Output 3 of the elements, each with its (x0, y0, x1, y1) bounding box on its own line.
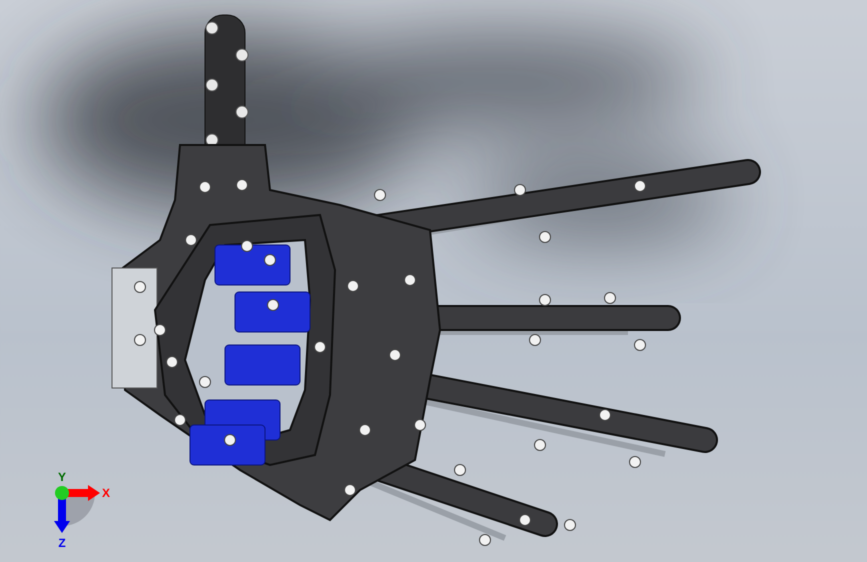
axis-label: Z (58, 536, 66, 550)
axis-label: Y (58, 470, 66, 484)
axis-label: X (102, 486, 110, 500)
